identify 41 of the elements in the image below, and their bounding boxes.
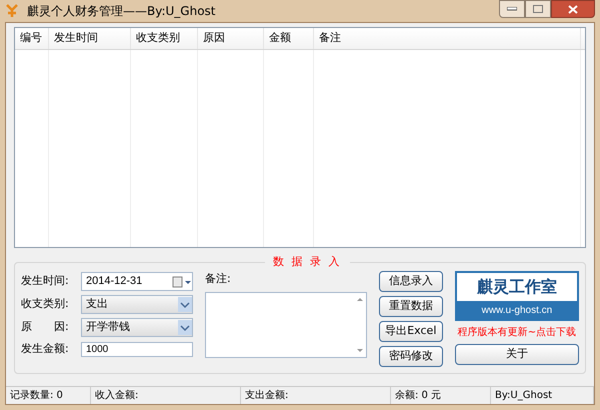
minimize-button[interactable] [499,0,525,18]
update-link[interactable]: 程序版本有更新~点击下载 [454,325,579,340]
calendar-dropdown-icon [172,276,192,288]
scroll-down-icon [356,348,363,352]
field-label: 收支类别: [21,296,70,312]
column-header[interactable]: 金额 [264,28,314,49]
column-header[interactable]: 发生时间 [49,28,131,49]
scroll-up-icon [356,296,363,300]
field-label: 原 因: [21,319,70,336]
date-picker[interactable]: 2014-12-31 [81,272,193,291]
maximize-button[interactable] [525,0,551,18]
status-text: 余额: 0 元 [391,387,491,404]
studio-logo[interactable]: 麒灵工作室 www.u-ghost.cn [454,271,579,321]
maximize-icon [533,5,543,13]
action-button[interactable]: 导出Excel [378,321,443,342]
column-header[interactable]: 原因 [198,28,264,49]
status-text: 记录数量: 0 [6,387,91,404]
action-button[interactable]: 重置数据 [378,296,443,317]
close-button[interactable] [551,0,595,18]
type-dropdown[interactable]: 支出 [81,295,193,314]
field-label: 发生金额: [21,341,70,357]
logo-url: www.u-ghost.cn [456,301,577,319]
note-textarea[interactable] [205,292,367,358]
status-text: 收入金额: [91,387,241,404]
close-icon [568,4,578,14]
status-text: By:U_Ghost [491,387,594,404]
action-button[interactable]: 密码修改 [378,346,443,367]
note-label: 备注: [205,271,232,287]
column-header[interactable]: 编号 [15,28,49,49]
amount-field[interactable]: 1000 [81,342,193,357]
logo-title: 麒灵工作室 [456,273,577,301]
about-button[interactable]: 关于 [454,344,579,365]
column-header[interactable]: 备注 [314,28,581,49]
action-button[interactable]: 信息录入 [378,271,443,292]
window-title: 麒灵个人财务管理——By:U_Ghost [27,3,216,20]
status-text: 支出金额: [241,387,391,404]
field-label: 发生时间: [21,273,70,290]
app-icon [5,4,19,18]
minimize-icon [507,7,517,11]
column-header[interactable]: 收支类别 [131,28,198,49]
reason-dropdown[interactable]: 开学带钱 [81,318,193,337]
